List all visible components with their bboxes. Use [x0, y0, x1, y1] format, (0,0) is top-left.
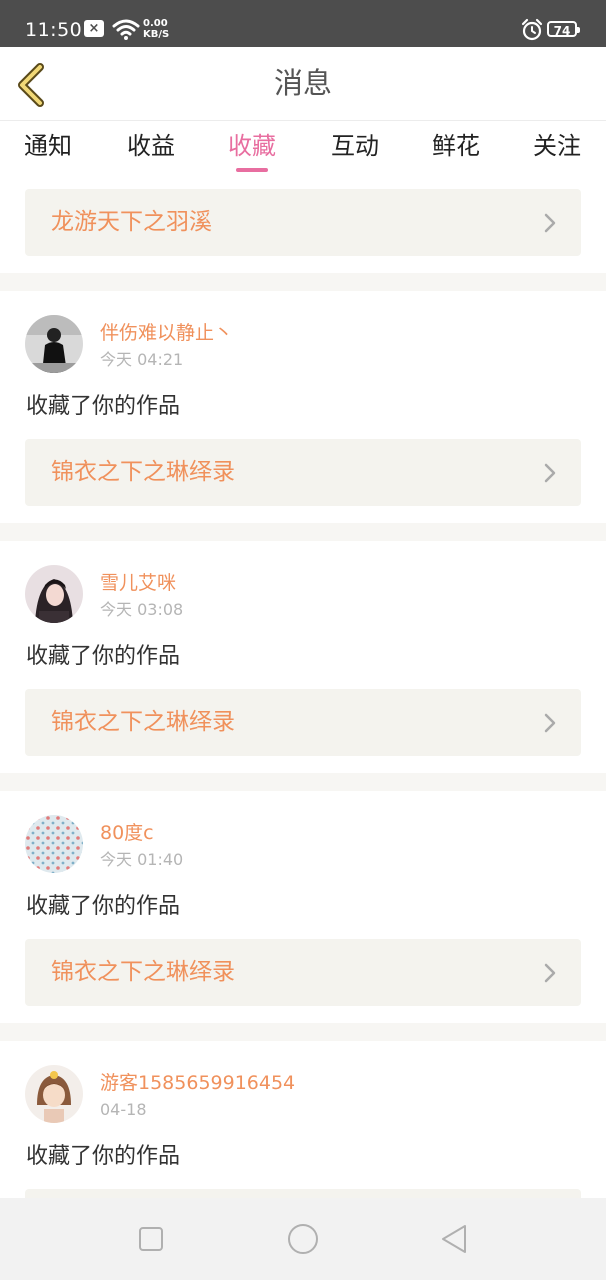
chevron-right-icon	[544, 713, 556, 733]
status-time: 11:50	[25, 19, 83, 41]
tab-following[interactable]: 关注	[533, 131, 581, 161]
work-title: 锦衣之下之琳绎录	[51, 459, 235, 485]
divider	[0, 773, 606, 791]
network-speed-value: 0.00	[143, 18, 168, 29]
alarm-icon	[521, 18, 543, 41]
timestamp: 今天 01:40	[100, 850, 184, 869]
avatar[interactable]	[25, 315, 83, 373]
tab-earnings[interactable]: 收益	[127, 131, 175, 161]
work-link[interactable]: 锦衣之下之琳绎录	[25, 939, 581, 1006]
divider	[0, 273, 606, 291]
chevron-right-icon	[544, 463, 556, 483]
message-text: 收藏了你的作品	[26, 644, 181, 669]
home-circle-icon[interactable]	[286, 1222, 320, 1256]
work-title: 锦衣之下之琳绎录	[51, 959, 235, 985]
chevron-right-icon	[544, 213, 556, 233]
timestamp: 04-18	[100, 1100, 147, 1119]
work-link[interactable]: 龙游天下之羽溪	[25, 189, 581, 256]
work-link[interactable]: 锦衣之下之琳绎录	[25, 439, 581, 506]
tab-notifications[interactable]: 通知	[24, 131, 72, 161]
work-title: 锦衣之下之琳绎录	[51, 709, 235, 735]
app-header: 消息	[0, 47, 606, 121]
page-title: 消息	[273, 66, 332, 100]
username[interactable]: 80度c	[100, 821, 154, 845]
back-triangle-icon[interactable]	[437, 1222, 471, 1256]
status-bar: 11:50 × 0.00 KB/S 74	[0, 0, 606, 47]
work-link[interactable]: 锦衣之下之琳绎录	[25, 689, 581, 756]
network-speed: 0.00 KB/S	[143, 18, 169, 40]
active-tab-indicator	[236, 168, 268, 172]
timestamp: 今天 04:21	[100, 350, 184, 369]
timestamp: 今天 03:08	[100, 600, 184, 619]
divider	[0, 523, 606, 541]
close-notification-icon: ×	[84, 20, 104, 37]
tab-interactions[interactable]: 互动	[331, 131, 379, 161]
battery-icon: 74	[547, 21, 580, 38]
chevron-right-icon	[544, 963, 556, 983]
message-text: 收藏了你的作品	[26, 894, 181, 919]
avatar[interactable]	[25, 815, 83, 873]
tab-flowers[interactable]: 鲜花	[432, 131, 480, 161]
tab-favorites[interactable]: 收藏	[228, 131, 276, 161]
divider	[0, 1023, 606, 1041]
network-speed-unit: KB/S	[143, 29, 170, 40]
tab-bar: 通知 收益 收藏 互动 鲜花 关注	[0, 121, 606, 179]
system-nav-bar	[0, 1198, 606, 1280]
message-text: 收藏了你的作品	[26, 394, 181, 419]
message-text: 收藏了你的作品	[26, 1144, 181, 1169]
recents-square-icon[interactable]	[134, 1222, 168, 1256]
avatar[interactable]	[25, 1065, 83, 1123]
username[interactable]: 雪儿艾咪	[100, 571, 176, 595]
username[interactable]: 伴伤难以静止丶	[100, 321, 233, 345]
username[interactable]: 游客1585659916454	[100, 1071, 295, 1095]
work-title: 龙游天下之羽溪	[51, 209, 212, 235]
wifi-icon	[112, 19, 140, 40]
avatar[interactable]	[25, 565, 83, 623]
